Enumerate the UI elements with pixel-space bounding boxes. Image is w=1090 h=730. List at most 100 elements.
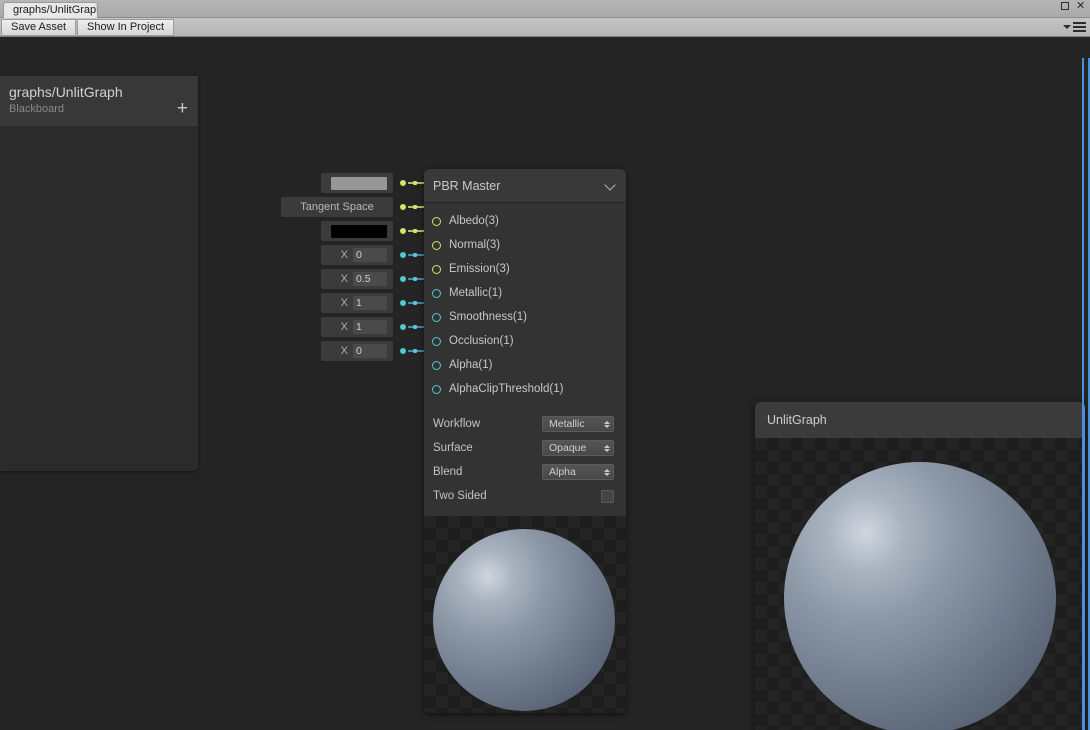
master-preview-body[interactable]: [755, 438, 1085, 730]
hamburger-menu-icon[interactable]: [1063, 21, 1086, 33]
node-port-emission[interactable]: Emission(3): [424, 257, 626, 281]
port-label: Metallic(1): [449, 287, 503, 299]
output-connector-icon[interactable]: [400, 180, 406, 186]
blackboard-header: graphs/UnlitGraph Blackboard +: [0, 76, 198, 126]
port-input-emission[interactable]: [321, 219, 428, 243]
setting-value: Alpha: [549, 466, 576, 478]
port-label: Albedo(3): [449, 215, 499, 227]
port-label: Alpha(1): [449, 359, 493, 371]
color-swatch[interactable]: [331, 176, 387, 190]
port-input-occlusion[interactable]: X1: [321, 291, 428, 315]
pbr-master-node-header[interactable]: PBR Master: [424, 169, 626, 203]
axis-label: X: [340, 297, 348, 309]
port-input-normal[interactable]: Tangent Space: [281, 195, 428, 219]
blackboard-subtitle: Blackboard: [9, 103, 65, 115]
maximize-icon[interactable]: [1060, 1, 1071, 12]
number-input[interactable]: 0: [353, 248, 387, 262]
window-tab[interactable]: graphs/UnlitGraph: [3, 2, 98, 18]
master-preview-title: UnlitGraph: [767, 413, 827, 427]
node-port-alphaclipthreshold[interactable]: AlphaClipThreshold(1): [424, 377, 626, 401]
master-preview-window[interactable]: UnlitGraph: [755, 402, 1085, 730]
show-in-project-button[interactable]: Show In Project: [77, 18, 175, 36]
blackboard-title: graphs/UnlitGraph: [9, 84, 123, 100]
master-preview-header[interactable]: UnlitGraph: [755, 402, 1085, 438]
output-connector-icon[interactable]: [400, 348, 406, 354]
node-port-smoothness[interactable]: Smoothness(1): [424, 305, 626, 329]
port-label: AlphaClipThreshold(1): [449, 383, 564, 395]
color-swatch[interactable]: [331, 224, 387, 238]
output-connector-icon[interactable]: [400, 276, 406, 282]
number-input[interactable]: 0: [353, 344, 387, 358]
setting-dropdown[interactable]: Metallic: [542, 416, 614, 432]
node-port-normal[interactable]: Normal(3): [424, 233, 626, 257]
add-property-button[interactable]: +: [177, 99, 188, 118]
setting-dropdown[interactable]: Opaque: [542, 440, 614, 456]
blackboard-panel[interactable]: graphs/UnlitGraph Blackboard +: [0, 76, 198, 471]
node-preview[interactable]: [424, 516, 626, 713]
window-controls: ✕: [1060, 1, 1087, 12]
setting-value: Metallic: [549, 418, 585, 430]
port-connector-icon[interactable]: [432, 240, 441, 250]
port-input-alphaclipthreshold[interactable]: X0: [321, 339, 428, 363]
port-input-metallic[interactable]: X0: [321, 243, 428, 267]
port-input-albedo[interactable]: [321, 171, 428, 195]
setting-row-two-sided[interactable]: Two Sided: [424, 484, 626, 508]
pbr-master-node[interactable]: PBR Master Albedo(3) Normal(3) Emission(3)…: [424, 169, 626, 713]
chevron-updown-icon: [604, 468, 610, 476]
node-port-list: Albedo(3) Normal(3) Emission(3) Metallic(1)…: [424, 203, 626, 408]
port-label: Smoothness(1): [449, 311, 527, 323]
port-input-alpha[interactable]: X1: [321, 315, 428, 339]
axis-label: X: [340, 273, 348, 285]
setting-checkbox[interactable]: [601, 489, 614, 503]
port-label: Normal(3): [449, 239, 501, 251]
output-connector-icon[interactable]: [400, 300, 406, 306]
output-connector-icon[interactable]: [400, 228, 406, 234]
node-port-occlusion[interactable]: Occlusion(1): [424, 329, 626, 353]
number-input[interactable]: 0.5: [353, 272, 387, 286]
setting-value: Opaque: [549, 442, 587, 454]
graph-canvas[interactable]: graphs/UnlitGraph Blackboard + Tangent S…: [0, 38, 1090, 730]
output-connector-icon[interactable]: [400, 324, 406, 330]
node-settings-list: Workflow Metallic Surface Opaque Blend Alpha T…: [424, 408, 626, 516]
port-connector-icon[interactable]: [432, 336, 441, 346]
chevron-updown-icon: [604, 420, 610, 428]
node-port-albedo[interactable]: Albedo(3): [424, 209, 626, 233]
setting-row-blend[interactable]: Blend Alpha: [424, 460, 626, 484]
blackboard-property-list[interactable]: [0, 126, 198, 471]
setting-row-workflow[interactable]: Workflow Metallic: [424, 412, 626, 436]
window-edge-highlight-inner: [1082, 58, 1084, 730]
editor-toolbar: Save Asset Show In Project: [0, 18, 1090, 37]
setting-row-surface[interactable]: Surface Opaque: [424, 436, 626, 460]
number-input[interactable]: 1: [353, 320, 387, 334]
chevron-down-icon[interactable]: [605, 180, 616, 191]
port-connector-icon[interactable]: [432, 264, 441, 274]
node-port-alpha[interactable]: Alpha(1): [424, 353, 626, 377]
port-connector-icon[interactable]: [432, 216, 441, 226]
preview-sphere: [433, 529, 615, 711]
port-connector-icon[interactable]: [432, 360, 441, 370]
output-connector-icon[interactable]: [400, 252, 406, 258]
port-connector-icon[interactable]: [432, 384, 441, 394]
save-asset-button[interactable]: Save Asset: [1, 18, 77, 36]
normal-space-value[interactable]: Tangent Space: [294, 201, 379, 213]
node-port-metallic[interactable]: Metallic(1): [424, 281, 626, 305]
axis-label: X: [340, 345, 348, 357]
port-connector-icon[interactable]: [432, 288, 441, 298]
number-input[interactable]: 1: [353, 296, 387, 310]
node-title: PBR Master: [433, 178, 501, 193]
shader-graph-window: graphs/UnlitGraph ✕ Save Asset Show In P…: [0, 0, 1090, 730]
setting-dropdown[interactable]: Alpha: [542, 464, 614, 480]
setting-label: Blend: [433, 466, 463, 478]
port-input-smoothness[interactable]: X 0.5: [321, 267, 428, 291]
setting-label: Surface: [433, 442, 473, 454]
port-label: Occlusion(1): [449, 335, 514, 347]
master-preview-sphere: [784, 462, 1056, 730]
port-label: Emission(3): [449, 263, 510, 275]
setting-label: Workflow: [433, 418, 481, 430]
output-connector-icon[interactable]: [400, 204, 406, 210]
close-icon[interactable]: ✕: [1076, 1, 1087, 12]
chevron-updown-icon: [604, 444, 610, 452]
axis-label: X: [340, 321, 348, 333]
port-connector-icon[interactable]: [432, 312, 441, 322]
setting-label: Two Sided: [433, 490, 487, 502]
